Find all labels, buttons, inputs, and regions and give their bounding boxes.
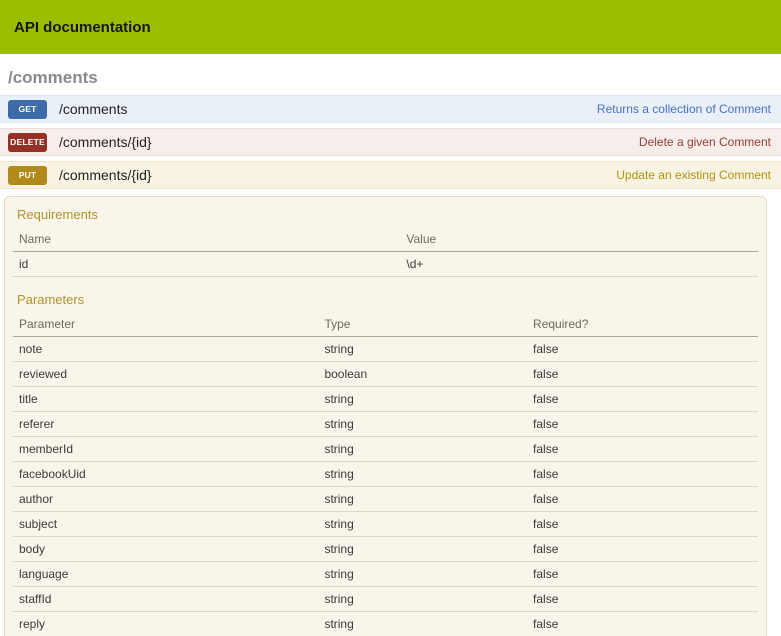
- parameter-type-cell: string: [318, 587, 527, 612]
- parameter-row: refererstringfalse: [13, 412, 758, 437]
- parameter-row: notestringfalse: [13, 337, 758, 362]
- endpoint-description-link[interactable]: Returns a collection of Comment: [597, 102, 771, 116]
- parameters-column-header: Parameter: [13, 312, 318, 337]
- parameter-required-cell: false: [527, 612, 758, 636]
- parameter-required-cell: false: [527, 512, 758, 537]
- parameter-type-cell: string: [318, 512, 527, 537]
- requirements-header-row: NameValue: [13, 227, 758, 252]
- parameter-row: staffIdstringfalse: [13, 587, 758, 612]
- parameter-required-cell: false: [527, 387, 758, 412]
- parameter-row: replystringfalse: [13, 612, 758, 636]
- parameter-type-cell: string: [318, 612, 527, 636]
- parameter-required-cell: false: [527, 562, 758, 587]
- endpoint-detail-panel: Requirements NameValue id\d+ Parameters …: [4, 196, 767, 636]
- requirement-value-cell: \d+: [400, 252, 758, 277]
- app-header: API documentation: [0, 0, 781, 54]
- parameter-name-cell: referer: [13, 412, 318, 437]
- parameter-required-cell: false: [527, 412, 758, 437]
- endpoint-row-put[interactable]: PUT/comments/{id}Update an existing Comm…: [0, 161, 781, 189]
- parameter-type-cell: string: [318, 437, 527, 462]
- requirements-column-header: Name: [13, 227, 400, 252]
- http-method-badge: GET: [8, 100, 47, 119]
- parameter-row: languagestringfalse: [13, 562, 758, 587]
- http-method-badge: DELETE: [8, 133, 47, 152]
- endpoint-description-link[interactable]: Update an existing Comment: [616, 168, 771, 182]
- section-title: /comments: [8, 68, 781, 88]
- page-title: API documentation: [14, 19, 151, 36]
- parameter-type-cell: string: [318, 562, 527, 587]
- parameter-row: reviewedbooleanfalse: [13, 362, 758, 387]
- parameter-row: bodystringfalse: [13, 537, 758, 562]
- parameter-name-cell: language: [13, 562, 318, 587]
- parameter-name-cell: title: [13, 387, 318, 412]
- parameter-required-cell: false: [527, 337, 758, 362]
- parameter-name-cell: author: [13, 487, 318, 512]
- endpoint-row-get[interactable]: GET/commentsReturns a collection of Comm…: [0, 95, 781, 123]
- parameters-column-header: Type: [318, 312, 527, 337]
- parameter-name-cell: facebookUid: [13, 462, 318, 487]
- endpoint-list: GET/commentsReturns a collection of Comm…: [0, 95, 781, 189]
- parameter-name-cell: body: [13, 537, 318, 562]
- parameters-heading: Parameters: [17, 292, 758, 307]
- parameter-row: memberIdstringfalse: [13, 437, 758, 462]
- parameter-type-cell: string: [318, 387, 527, 412]
- parameter-row: titlestringfalse: [13, 387, 758, 412]
- endpoint-path: /comments/{id}: [59, 167, 616, 183]
- endpoint-row-delete[interactable]: DELETE/comments/{id}Delete a given Comme…: [0, 128, 781, 156]
- parameter-row: subjectstringfalse: [13, 512, 758, 537]
- parameter-name-cell: reply: [13, 612, 318, 636]
- parameter-required-cell: false: [527, 362, 758, 387]
- parameter-type-cell: string: [318, 412, 527, 437]
- requirements-table: NameValue id\d+: [13, 227, 758, 277]
- parameter-type-cell: string: [318, 462, 527, 487]
- parameter-required-cell: false: [527, 487, 758, 512]
- parameter-required-cell: false: [527, 462, 758, 487]
- endpoint-path: /comments: [59, 101, 597, 117]
- http-method-badge: PUT: [8, 166, 47, 185]
- requirements-heading: Requirements: [17, 207, 758, 222]
- parameter-name-cell: memberId: [13, 437, 318, 462]
- parameter-row: facebookUidstringfalse: [13, 462, 758, 487]
- parameter-required-cell: false: [527, 537, 758, 562]
- main-content: /comments GET/commentsReturns a collecti…: [0, 68, 781, 636]
- parameter-type-cell: boolean: [318, 362, 527, 387]
- parameters-table: ParameterTypeRequired? notestringfalsere…: [13, 312, 758, 636]
- requirements-column-header: Value: [400, 227, 758, 252]
- parameter-type-cell: string: [318, 487, 527, 512]
- parameter-required-cell: false: [527, 587, 758, 612]
- parameters-column-header: Required?: [527, 312, 758, 337]
- parameter-required-cell: false: [527, 437, 758, 462]
- parameter-name-cell: note: [13, 337, 318, 362]
- parameter-type-cell: string: [318, 337, 527, 362]
- parameter-name-cell: reviewed: [13, 362, 318, 387]
- parameter-name-cell: subject: [13, 512, 318, 537]
- endpoint-path: /comments/{id}: [59, 134, 639, 150]
- parameter-type-cell: string: [318, 537, 527, 562]
- requirement-name-cell: id: [13, 252, 400, 277]
- parameter-row: authorstringfalse: [13, 487, 758, 512]
- parameters-header-row: ParameterTypeRequired?: [13, 312, 758, 337]
- endpoint-description-link[interactable]: Delete a given Comment: [639, 135, 771, 149]
- parameter-name-cell: staffId: [13, 587, 318, 612]
- requirements-row: id\d+: [13, 252, 758, 277]
- page: API documentation /comments GET/comments…: [0, 0, 781, 636]
